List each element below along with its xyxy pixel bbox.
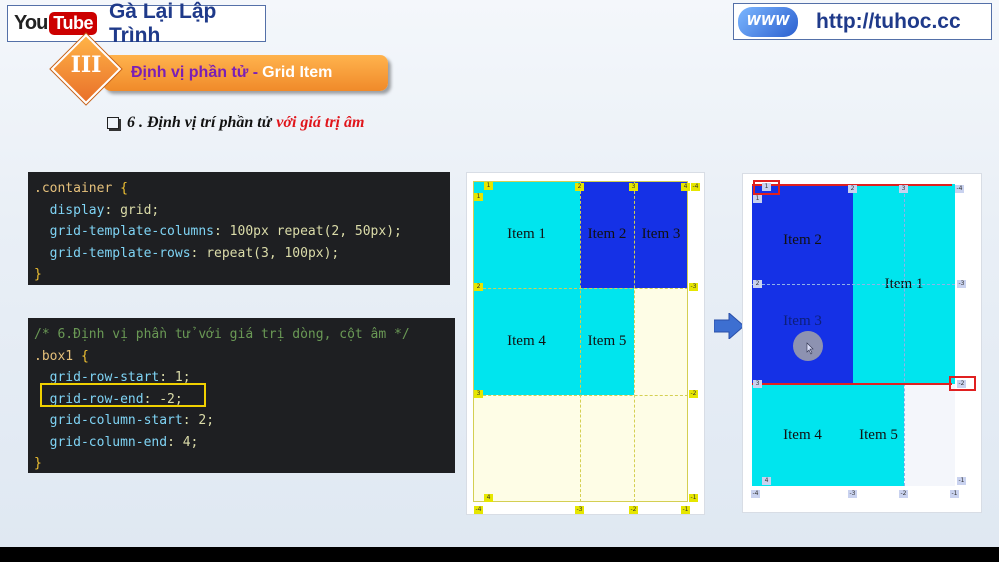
code-property: display (34, 202, 105, 218)
code-brace: } (34, 267, 42, 282)
site-badge: WWW http://tuhoc.cc (733, 3, 992, 40)
grid-line-tag: -4 (751, 490, 760, 498)
grid-line-tag: -2 (957, 380, 966, 388)
globe-icon: WWW (738, 6, 798, 37)
grid-line-tag: 4 (762, 477, 771, 485)
grid-line-tag: 2 (753, 280, 762, 288)
code-property: grid-template-columns (34, 224, 215, 239)
grid-line (580, 181, 581, 502)
subheading-highlight: với giá trị âm (276, 114, 365, 131)
code-value: : grid; (104, 202, 160, 218)
highlight-box (40, 383, 206, 407)
code-selector: .container (34, 181, 113, 196)
grid-line-tag: 2 (575, 183, 584, 191)
section-number: III (70, 52, 102, 78)
code-property: grid-column-start (34, 413, 183, 428)
code-value: : 100px repeat(2, 50px); (214, 224, 402, 239)
code-value: : repeat(3, 100px); (190, 245, 340, 261)
grid-line-tag: -4 (474, 506, 483, 514)
grid-line-tag: -3 (848, 490, 857, 498)
youtube-logo-tube: Tube (49, 12, 97, 35)
code-brace: { (73, 348, 89, 364)
subheading: 6 . Định vị trí phần tử với giá trị âm (107, 114, 364, 132)
grid-line-tag: -3 (957, 280, 966, 288)
grid-line-tag: 3 (753, 380, 762, 388)
grid-item-5: Item 5 (853, 384, 904, 486)
grid-line-tag: -1 (950, 490, 959, 498)
grid-line-tag: 1 (474, 193, 483, 201)
grid-line-tag: 1 (484, 182, 493, 190)
code-brace: { (112, 181, 128, 196)
grid-line-tag: -1 (957, 477, 966, 485)
grid-line-tag: -4 (691, 183, 700, 191)
mouse-cursor-highlight (793, 331, 823, 361)
bottom-letterbox (0, 547, 999, 562)
grid-line-tag: -2 (629, 506, 638, 514)
channel-title: Gà Lại Lập Trình (108, 0, 217, 47)
grid-line-tag: -1 (689, 494, 698, 502)
channel-brand: You Tube Gà Lại Lập Trình (7, 0, 266, 47)
grid-line-tag: 2 (848, 185, 857, 193)
grid-line-tag: -3 (575, 506, 584, 514)
grid-line-tag: 3 (629, 183, 638, 191)
code-comment: /* 6.Định vị phần tử với giá trị dòng, c… (34, 327, 410, 342)
youtube-logo-you: You (14, 12, 48, 34)
grid-line-tag: -1 (681, 506, 690, 514)
code-property: grid-column-end (34, 434, 168, 450)
grid-line-tag: -2 (689, 390, 698, 398)
grid-line-tag: 4 (484, 494, 493, 502)
grid-line-tag: 2 (474, 283, 483, 291)
code-selector: .box1 (34, 348, 74, 364)
code-value: : 2; (182, 413, 215, 428)
grid-line (634, 181, 635, 502)
checkbox-bullet-icon (107, 117, 119, 129)
code-property: grid-template-rows (34, 245, 191, 261)
section-title-highlight: Grid Item (262, 64, 333, 81)
code-block-container: .container { display: grid; grid-templat… (28, 172, 450, 285)
section-title: Định vị phần tử - (131, 64, 259, 81)
grid-line-tag: 3 (899, 185, 908, 193)
grid-line-tag: -3 (689, 283, 698, 291)
grid-line-tag: -2 (899, 490, 908, 498)
pointer-icon (806, 342, 814, 355)
grid-line-tag: -4 (955, 185, 964, 193)
grid-line (752, 284, 955, 285)
section-title-bar: Định vị phần tử - Grid Item (103, 55, 388, 91)
grid-line-tag: 3 (474, 390, 483, 398)
grid-line (904, 184, 905, 486)
grid-item-4: Item 4 (752, 384, 853, 486)
site-url: http://tuhoc.cc (816, 9, 961, 33)
grid-line-tag: 1 (753, 195, 762, 203)
arrow-right-icon (714, 313, 744, 339)
grid-preview-after: Item 2 Item 1 Item 4 Item 5 Item 3 1 1 2… (742, 173, 982, 513)
row-end-indicator (752, 383, 952, 385)
grid-item-3: Item 3 (783, 312, 822, 329)
grid-line-tag: 1 (762, 183, 771, 191)
grid-line-tag: 4 (681, 183, 690, 191)
subheading-text: 6 . Định vị trí phần tử (127, 114, 272, 131)
code-brace: } (34, 456, 42, 471)
grid-preview-before: Item 1 Item 2 Item 3 Item 4 Item 5 1 2 3… (466, 172, 705, 515)
grid-empty-cell (904, 384, 955, 486)
code-value: : 4; (167, 434, 199, 450)
